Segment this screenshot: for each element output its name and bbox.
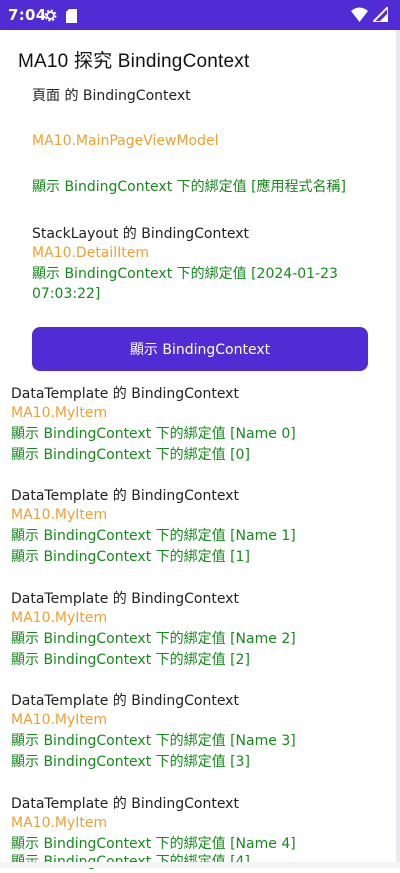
bottom-edge xyxy=(0,862,400,868)
stacklayout-context-type: MA10.DetailItem xyxy=(32,245,150,261)
item-context-type: MA10.MyItem xyxy=(11,405,108,421)
item-index-value: 顯示 BindingContext 下的綁定值 [0] xyxy=(11,447,250,463)
item-index-value: 顯示 BindingContext 下的綁定值 [2] xyxy=(11,652,250,668)
item-name-value: 顯示 BindingContext 下的綁定值 [Name 3] xyxy=(11,733,296,749)
item-context-type: MA10.MyItem xyxy=(11,815,108,831)
item-index-value: 顯示 BindingContext 下的綁定值 [3] xyxy=(11,754,250,770)
item-name-value: 顯示 BindingContext 下的綁定值 [Name 2] xyxy=(11,631,296,647)
datatemplate-binding-label: DataTemplate 的 BindingContext xyxy=(11,796,239,812)
page-bound-value: 顯示 BindingContext 下的綁定值 [應用程式名稱] xyxy=(32,179,347,195)
page-content: MA10 探究 BindingContext 頁面 的 BindingConte… xyxy=(0,0,400,870)
stacklayout-bound-value-line2: 07:03:22] xyxy=(32,286,101,302)
datatemplate-binding-label: DataTemplate 的 BindingContext xyxy=(11,386,239,402)
item-context-type: MA10.MyItem xyxy=(11,507,108,523)
item-context-type: MA10.MyItem xyxy=(11,712,108,728)
item-index-value: 顯示 BindingContext 下的綁定值 [1] xyxy=(11,549,250,565)
item-name-value: 顯示 BindingContext 下的綁定值 [Name 0] xyxy=(11,426,296,442)
page-binding-label: 頁面 的 BindingContext xyxy=(32,88,191,104)
item-context-type: MA10.MyItem xyxy=(11,610,108,626)
show-bindingcontext-button[interactable]: 顯示 BindingContext xyxy=(32,327,368,371)
page-title: MA10 探究 BindingContext xyxy=(18,51,250,72)
scroll-track xyxy=(396,30,400,868)
datatemplate-binding-label: DataTemplate 的 BindingContext xyxy=(11,693,239,709)
datatemplate-binding-label: DataTemplate 的 BindingContext xyxy=(11,591,239,607)
page-context-type: MA10.MainPageViewModel xyxy=(32,133,219,149)
stacklayout-binding-label: StackLayout 的 BindingContext xyxy=(32,226,249,242)
stacklayout-bound-value-line1: 顯示 BindingContext 下的綁定值 [2024-01-23 xyxy=(32,266,338,282)
item-name-value: 顯示 BindingContext 下的綁定值 [Name 1] xyxy=(11,528,296,544)
datatemplate-binding-label: DataTemplate 的 BindingContext xyxy=(11,488,239,504)
